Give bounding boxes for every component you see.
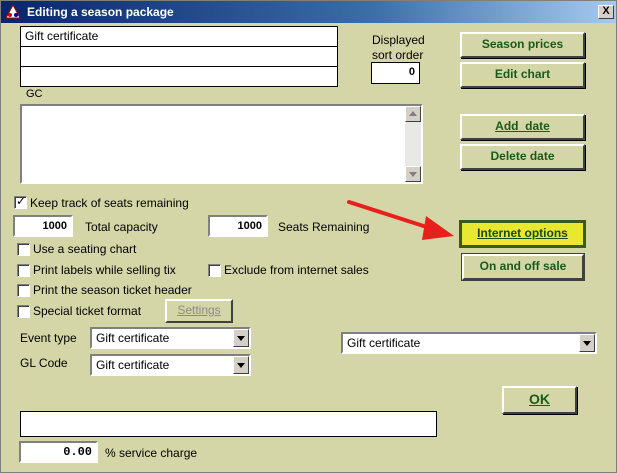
delete-date-button[interactable]: Delete date — [460, 144, 585, 170]
settings-button[interactable]: Settings — [165, 299, 233, 323]
bottom-text-field[interactable] — [20, 411, 437, 437]
name-field-line-2[interactable] — [20, 46, 338, 67]
delete-date-label: Delete date — [490, 149, 555, 163]
description-scrollbar[interactable] — [405, 106, 421, 182]
arrow-up-icon — [409, 111, 417, 116]
gl-code-select[interactable]: Gift certificate — [90, 354, 251, 376]
right-select[interactable]: Gift certificate — [341, 332, 597, 354]
add-date-label: Add date — [495, 119, 550, 133]
internet-options-button[interactable]: Internet options — [459, 220, 586, 248]
arrow-down-icon — [409, 172, 417, 177]
add-date-button[interactable]: Add date — [460, 114, 585, 140]
edit-chart-button[interactable]: Edit chart — [460, 62, 585, 88]
annotation-arrow — [347, 200, 454, 240]
scroll-down-button[interactable] — [405, 166, 421, 182]
window-title: Editing a season package — [27, 5, 174, 19]
checkmark-icon: ✓ — [16, 194, 27, 208]
event-type-value: Gift certificate — [96, 331, 170, 345]
special-format-label: Special ticket format — [33, 304, 142, 318]
total-capacity-label: Total capacity — [85, 220, 158, 234]
chevron-down-icon[interactable] — [233, 356, 249, 374]
gl-code-value: Gift certificate — [96, 358, 170, 372]
description-textarea[interactable] — [20, 104, 423, 184]
seats-remaining-input[interactable]: 1000 — [208, 215, 268, 237]
ok-button[interactable]: OK — [502, 386, 577, 414]
name-field[interactable]: Gift certificate — [20, 26, 338, 47]
keep-track-checkbox[interactable]: ✓ — [14, 194, 27, 209]
title-bar[interactable]: Editing a season package X — [1, 1, 616, 23]
chevron-down-icon[interactable] — [579, 334, 595, 352]
sort-order-label-1: Displayed — [372, 33, 425, 47]
description-label: GC — [26, 88, 43, 100]
internet-options-label: Internet options — [477, 226, 568, 240]
use-seating-chart-label: Use a seating chart — [33, 242, 137, 256]
season-prices-button[interactable]: Season prices — [460, 32, 585, 58]
service-charge-input[interactable]: 0.00 — [19, 441, 98, 463]
keep-track-label: Keep track of seats remaining — [30, 196, 189, 210]
settings-label: Settings — [177, 303, 221, 317]
print-labels-label: Print labels while selling tix — [33, 263, 176, 277]
dialog-window: Editing a season package X Gift certific… — [0, 0, 617, 473]
season-prices-label: Season prices — [481, 37, 564, 51]
on-and-off-sale-button[interactable]: On and off sale — [461, 253, 585, 281]
print-header-checkbox[interactable] — [17, 284, 30, 297]
right-select-value: Gift certificate — [347, 336, 421, 350]
sort-order-input[interactable]: 0 — [371, 62, 420, 84]
name-field-line-3[interactable] — [20, 66, 338, 87]
exclude-internet-label: Exclude from internet sales — [224, 263, 369, 277]
use-seating-chart-checkbox[interactable] — [17, 243, 30, 256]
chevron-down-icon[interactable] — [233, 329, 249, 347]
sort-order-label-2: sort order — [372, 48, 424, 62]
special-format-checkbox[interactable] — [17, 305, 30, 318]
on-and-off-sale-label: On and off sale — [479, 259, 567, 273]
scroll-up-button[interactable] — [405, 106, 421, 122]
event-type-select[interactable]: Gift certificate — [90, 327, 251, 349]
gl-code-label: GL Code — [20, 356, 68, 370]
print-labels-checkbox[interactable] — [17, 264, 30, 277]
exclude-internet-checkbox[interactable] — [208, 264, 221, 277]
total-capacity-input[interactable]: 1000 — [13, 215, 73, 237]
close-button[interactable]: X — [598, 5, 614, 19]
event-type-label: Event type — [20, 331, 77, 345]
service-charge-label: % service charge — [105, 446, 198, 460]
app-icon — [5, 4, 21, 19]
ok-label: OK — [529, 391, 550, 407]
print-header-label: Print the season ticket header — [33, 283, 192, 297]
edit-chart-label: Edit chart — [494, 67, 551, 81]
